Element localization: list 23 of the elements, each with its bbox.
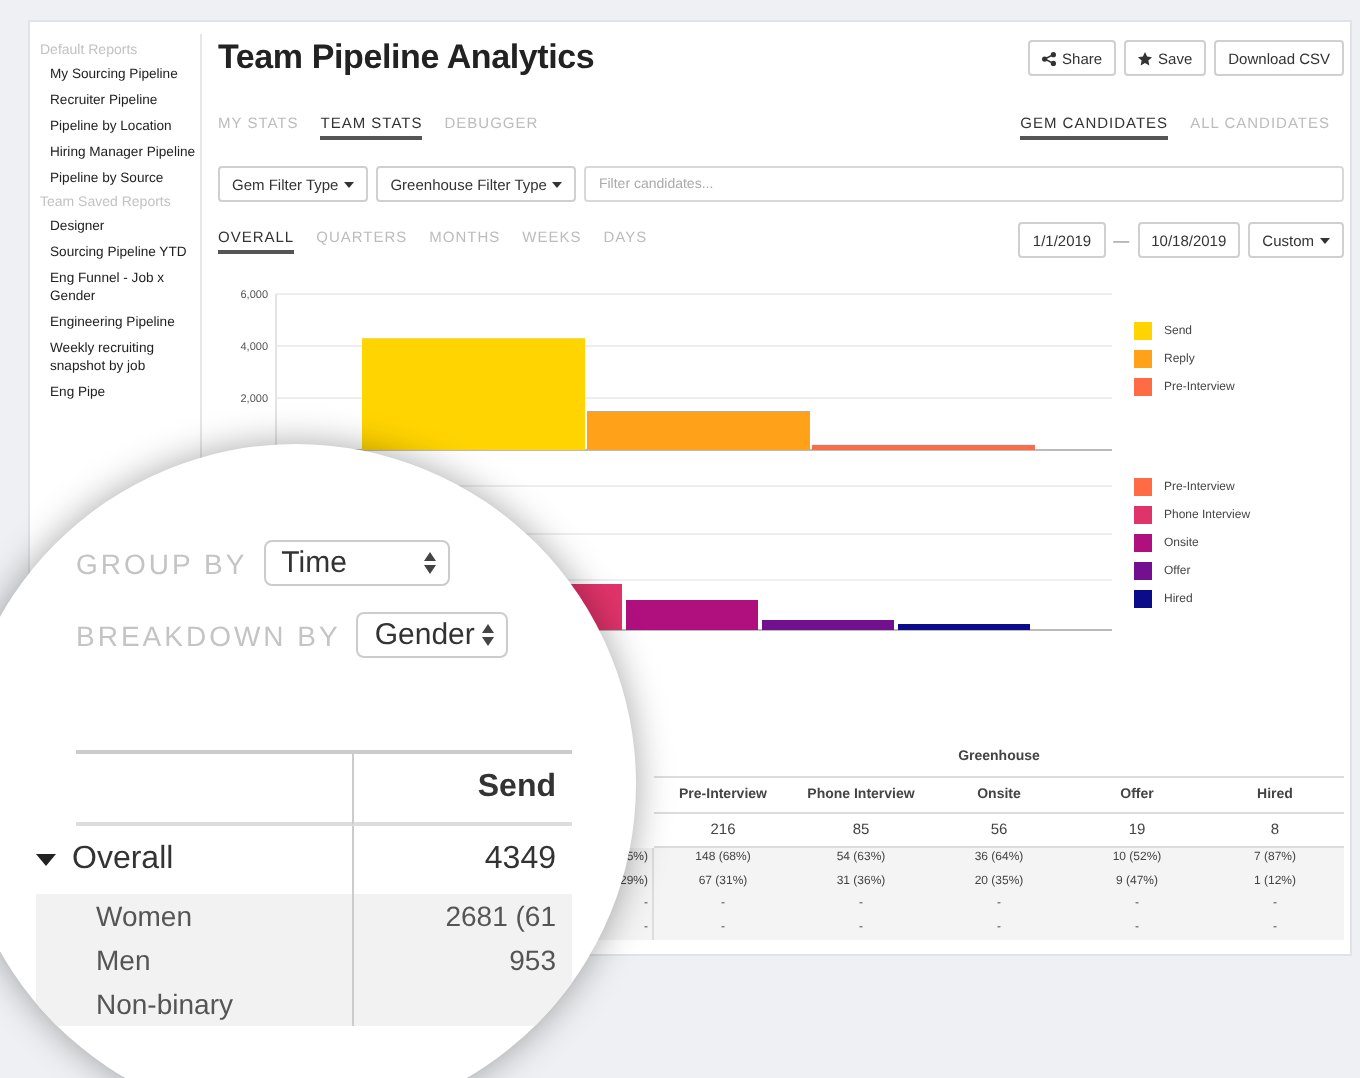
breakdown-by-label: BREAKDOWN BY [76,619,341,651]
caret-icon [552,181,563,187]
row-label: Non-binary [36,982,352,1026]
share-icon [1042,51,1057,65]
caret-icon [344,181,355,187]
chart-bar [762,620,894,630]
row-label: Men [36,938,352,982]
breakdown-by-select[interactable]: Gender [356,612,509,658]
group-by-label: GROUP BY [76,547,248,579]
sort-caret-icon [423,552,436,574]
chart-bar [626,600,758,630]
group-by-select[interactable]: Time [263,540,450,586]
table-cell: 953 [352,938,572,982]
table-cell: 2681 (61 [352,894,572,938]
row-label: Women [36,894,352,938]
date-separator: — [1113,231,1130,249]
row-label: Overall [72,842,174,878]
caret-icon [1320,237,1330,243]
sort-caret-icon [482,624,495,646]
page-title: Team Pipeline Analytics [218,38,597,78]
star-icon [1138,51,1153,65]
chart-bar [898,624,1030,630]
caret-down-icon[interactable] [36,850,56,870]
